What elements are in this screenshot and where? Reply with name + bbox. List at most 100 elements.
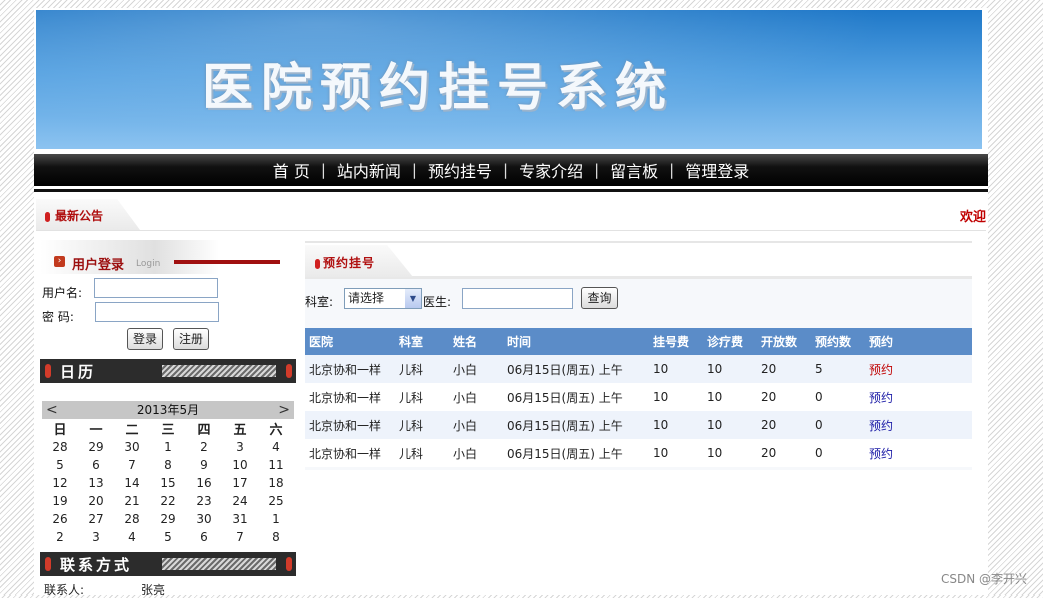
calendar-day[interactable]: 1	[258, 510, 294, 528]
calendar-day[interactable]: 28	[42, 438, 78, 456]
red-pill-icon	[286, 557, 292, 571]
time-cell: 06月15日(周五) 上午	[503, 411, 649, 439]
book-link[interactable]: 预约	[869, 363, 893, 377]
red-pill-icon	[45, 364, 51, 378]
book-link[interactable]: 预约	[869, 391, 893, 405]
weekday-label: 二	[125, 423, 139, 438]
table-row: 北京协和一样 儿科 小白 06月15日(周五) 上午 10 10 20 0 预约	[305, 383, 972, 411]
contact-person-label: 联系人:	[44, 583, 85, 597]
register-button[interactable]: 注册	[173, 328, 209, 350]
calendar-day[interactable]: 25	[258, 492, 294, 510]
booked-count-cell: 0	[811, 383, 865, 411]
calendar-day[interactable]: 6	[78, 456, 114, 474]
calendar-day[interactable]: 14	[114, 474, 150, 492]
nav-underline	[34, 189, 988, 192]
calendar-day[interactable]: 3	[78, 528, 114, 546]
time-cell: 06月15日(周五) 上午	[503, 355, 649, 383]
department-select[interactable]: 请选择 ▼	[344, 288, 422, 309]
red-pill-icon	[286, 364, 292, 378]
time-cell: 06月15日(周五) 上午	[503, 383, 649, 411]
search-button[interactable]: 查询	[581, 287, 618, 309]
search-form: 科室: 请选择 ▼ 医生: 查询	[305, 287, 972, 312]
calendar-day[interactable]: 22	[150, 492, 186, 510]
calendar-day[interactable]: 4	[258, 438, 294, 456]
weekday-label: 六	[269, 423, 283, 438]
calendar-day[interactable]: 6	[186, 528, 222, 546]
calendar-day[interactable]: 21	[114, 492, 150, 510]
calendar-day[interactable]: 16	[186, 474, 222, 492]
nav-experts[interactable]: 专家介绍	[508, 158, 594, 182]
calendar-day[interactable]: 20	[78, 492, 114, 510]
calendar-day[interactable]: 26	[42, 510, 78, 528]
calendar-day[interactable]: 4	[114, 528, 150, 546]
calendar-day[interactable]: 17	[222, 474, 258, 492]
calendar-day[interactable]: 30	[186, 510, 222, 528]
open-slots-cell: 20	[757, 383, 811, 411]
calendar-day[interactable]: 5	[150, 528, 186, 546]
nav-booking[interactable]: 预约挂号	[417, 158, 503, 182]
calendar-day[interactable]: 9	[186, 456, 222, 474]
calendar-day[interactable]: 27	[78, 510, 114, 528]
chevron-right-icon[interactable]: >	[278, 401, 290, 419]
book-link[interactable]: 预约	[869, 447, 893, 461]
calendar-widget: < 2013年5月 > 日 一 二 三 四 五 六 28 29 30 1 2 3…	[42, 401, 294, 546]
time-cell: 06月15日(周五) 上午	[503, 439, 649, 467]
treatment-fee-cell: 10	[703, 411, 757, 439]
calendar-day[interactable]: 19	[42, 492, 78, 510]
nav-news[interactable]: 站内新闻	[326, 158, 412, 182]
calendar-day[interactable]: 3	[222, 438, 258, 456]
doctor-input[interactable]	[462, 288, 573, 309]
book-link[interactable]: 预约	[869, 419, 893, 433]
password-input[interactable]	[95, 302, 219, 322]
hospital-cell: 北京协和一样	[305, 411, 395, 439]
calendar-day[interactable]: 29	[150, 510, 186, 528]
main-nav: 首 页 | 站内新闻 | 预约挂号 | 专家介绍 | 留言板 | 管理登录	[34, 154, 988, 192]
weekday-label: 五	[233, 423, 247, 438]
calendar-day[interactable]: 8	[150, 456, 186, 474]
calendar-week-row: 19 20 21 22 23 24 25	[42, 492, 294, 510]
contact-header: 联系方式	[40, 552, 296, 576]
column-header: 开放数	[757, 328, 811, 355]
calendar-day[interactable]: 13	[78, 474, 114, 492]
username-input[interactable]	[94, 278, 218, 298]
login-header: › 用户登录 Login	[40, 240, 296, 274]
weekday-label: 日	[53, 423, 67, 438]
column-header: 预约	[865, 328, 972, 355]
calendar-day[interactable]: 5	[42, 456, 78, 474]
welcome-marquee: 欢迎	[959, 210, 986, 225]
chevron-down-icon: ▼	[405, 289, 421, 308]
login-button[interactable]: 登录	[127, 328, 163, 350]
nav-guestbook[interactable]: 留言板	[599, 158, 669, 182]
calendar-day[interactable]: 29	[78, 438, 114, 456]
calendar-day[interactable]: 11	[258, 456, 294, 474]
calendar-day[interactable]: 18	[258, 474, 294, 492]
calendar-day[interactable]: 24	[222, 492, 258, 510]
calendar-day[interactable]: 28	[114, 510, 150, 528]
calendar-day[interactable]: 23	[186, 492, 222, 510]
nav-admin-login[interactable]: 管理登录	[674, 158, 760, 182]
calendar-day[interactable]: 15	[150, 474, 186, 492]
calendar-day[interactable]: 7	[114, 456, 150, 474]
calendar-day[interactable]: 2	[186, 438, 222, 456]
weekday-label: 三	[161, 423, 175, 438]
nav-home[interactable]: 首 页	[262, 158, 321, 182]
calendar-day[interactable]: 12	[42, 474, 78, 492]
doctor-name-cell: 小白	[449, 383, 503, 411]
doctor-name-cell: 小白	[449, 411, 503, 439]
column-header: 时间	[503, 328, 649, 355]
department-cell: 儿科	[395, 383, 449, 411]
calendar-day[interactable]: 10	[222, 456, 258, 474]
calendar-day[interactable]: 8	[258, 528, 294, 546]
red-pill-icon	[315, 258, 320, 269]
red-pill-icon	[45, 557, 51, 571]
calendar-day[interactable]: 1	[150, 438, 186, 456]
calendar-day[interactable]: 7	[222, 528, 258, 546]
table-row: 北京协和一样 儿科 小白 06月15日(周五) 上午 10 10 20 0 预约	[305, 439, 972, 467]
booked-count-cell: 0	[811, 411, 865, 439]
calendar-day[interactable]: 2	[42, 528, 78, 546]
calendar-day[interactable]: 30	[114, 438, 150, 456]
calendar-day[interactable]: 31	[222, 510, 258, 528]
chevron-left-icon[interactable]: <	[46, 401, 58, 419]
header-banner: 医院预约挂号系统	[36, 10, 982, 149]
hospital-cell: 北京协和一样	[305, 439, 395, 467]
